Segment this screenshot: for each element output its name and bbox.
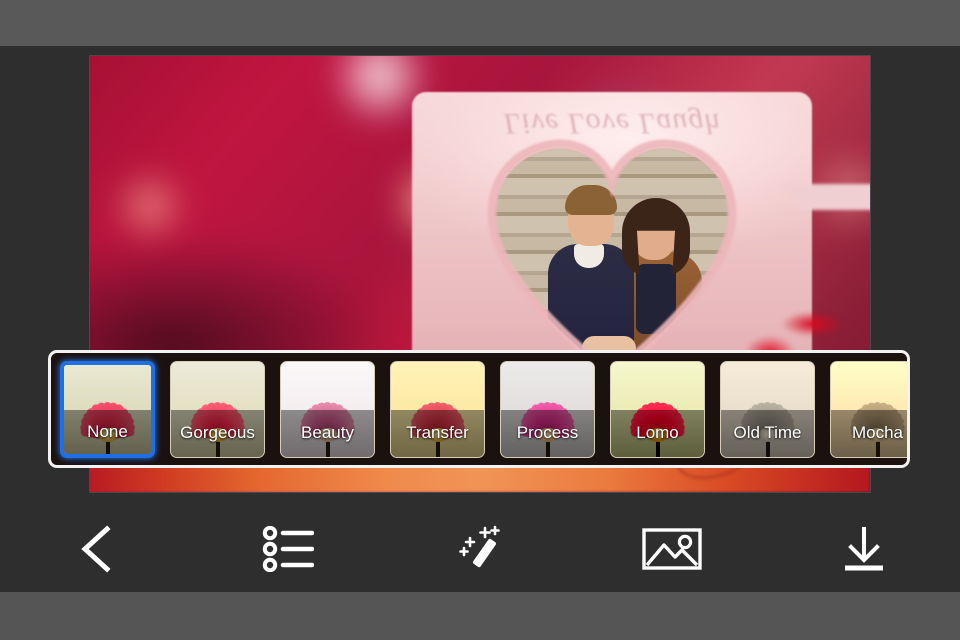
filter-thumbnail-none[interactable]: None (60, 361, 155, 458)
gallery-button[interactable] (576, 506, 768, 592)
filter-label: Process (516, 423, 579, 443)
filter-label: Mocha (851, 423, 904, 443)
save-button[interactable] (768, 506, 960, 592)
filter-thumbnail-list[interactable]: None Gorgeous Beauty Transfer Process Lomo Old… (60, 361, 907, 461)
filter-thumbnail-mocha[interactable]: Mocha (830, 361, 907, 458)
filter-label: Beauty (301, 423, 354, 443)
chevron-left-icon (75, 523, 117, 575)
filter-label: None (87, 421, 128, 441)
filter-thumbnail-old-time[interactable]: Old Time (720, 361, 815, 458)
filter-thumbnail-gorgeous[interactable]: Gorgeous (170, 361, 265, 458)
magic-wand-icon (453, 524, 507, 574)
list-button[interactable] (192, 506, 384, 592)
man-hair (565, 185, 617, 215)
navigation-band (0, 592, 960, 640)
image-icon (641, 525, 703, 573)
filter-label: Gorgeous (180, 423, 255, 443)
photo-editor-screen: Live Love Laugh None Gorgeous Beauty Tra… (0, 0, 960, 640)
filter-thumbnail-transfer[interactable]: Transfer (390, 361, 485, 458)
effects-button[interactable] (384, 506, 576, 592)
filter-label: Old Time (733, 423, 802, 443)
list-icon (262, 526, 314, 572)
back-button[interactable] (0, 506, 192, 592)
filter-label: Lomo (636, 423, 679, 443)
woman-top (636, 264, 676, 334)
mug-text: Live Love Laugh (503, 107, 721, 140)
filter-strip[interactable]: None Gorgeous Beauty Transfer Process Lomo Old… (48, 350, 910, 468)
status-bar (0, 0, 960, 46)
filter-label: Transfer (406, 423, 469, 443)
download-icon (838, 523, 890, 575)
filter-thumbnail-process[interactable]: Process (500, 361, 595, 458)
bottom-toolbar (0, 506, 960, 592)
filter-thumbnail-lomo[interactable]: Lomo (610, 361, 705, 458)
filter-thumbnail-beauty[interactable]: Beauty (280, 361, 375, 458)
